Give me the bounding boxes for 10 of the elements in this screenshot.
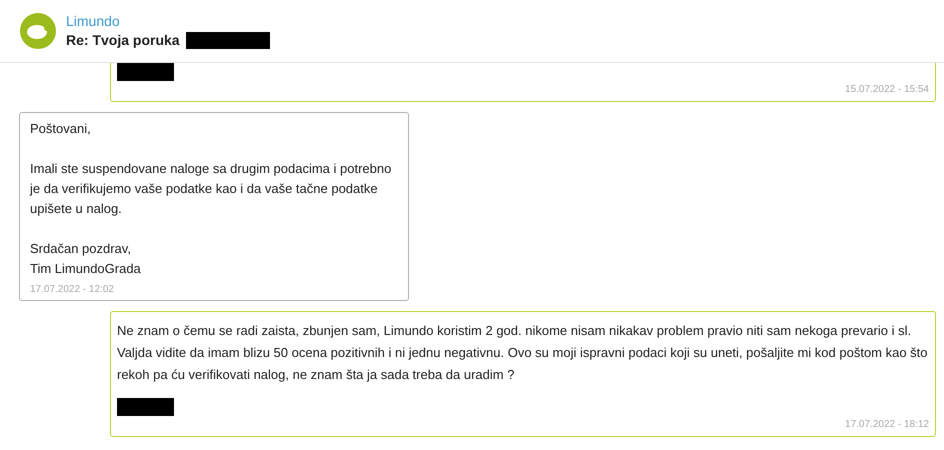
message-text: Srdačan pozdrav, Tim LimundoGrada (30, 240, 142, 278)
timestamp: 17.07.2022 - 18:12 (845, 419, 929, 430)
timestamp: 15.07.2022 - 15:54 (845, 84, 929, 95)
message-subject: Re: Tvoja poruka (66, 31, 180, 50)
timestamp: 17.07.2022 - 12:02 (30, 284, 114, 295)
logo-icon (20, 13, 56, 49)
message-text: Poštovani, (30, 120, 92, 138)
sender-name[interactable]: Limundo (66, 12, 270, 30)
message-text: Imali ste suspendovane naloge sa drugim podacima i potrebno je da verifikujemo vaše podatke kao i da vaše tačne podatke upišete u nalog. (30, 160, 392, 218)
message-text: Ne znam o čemu se radi zaista, zbunjen sam, Limundo koristim 2 god. nikome nisam nikakav problem pravio niti sam nekoga prevario i sl. Valjda vidite da imam blizu 50 ocena pozitivnih i ni jednu negativnu. Ovo su moji ispravni podaci koji su uneti, pošaljite mi kod poštom kao što rekoh pa ću verifikovati nalog, ne znam šta ja sada treba da uradim ? (117, 322, 929, 384)
